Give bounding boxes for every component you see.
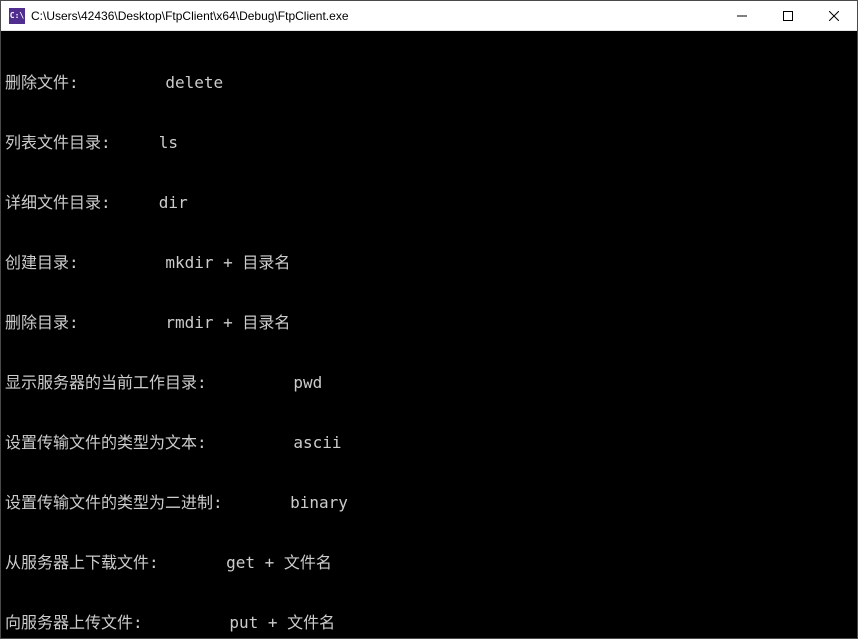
- close-icon: [829, 11, 839, 21]
- app-icon: C:\: [9, 8, 25, 24]
- minimize-icon: [737, 11, 747, 21]
- minimize-button[interactable]: [719, 1, 765, 30]
- console-line: 详细文件目录: dir: [5, 193, 853, 213]
- window-title: C:\Users\42436\Desktop\FtpClient\x64\Deb…: [31, 9, 719, 23]
- console-line: 删除目录: rmdir + 目录名: [5, 313, 853, 333]
- titlebar[interactable]: C:\ C:\Users\42436\Desktop\FtpClient\x64…: [1, 1, 857, 31]
- app-icon-text: C:\: [10, 11, 24, 20]
- close-button[interactable]: [811, 1, 857, 30]
- console-line: 设置传输文件的类型为文本: ascii: [5, 433, 853, 453]
- console-line: 从服务器上下载文件: get + 文件名: [5, 553, 853, 573]
- console-line: 创建目录: mkdir + 目录名: [5, 253, 853, 273]
- console-line: 显示服务器的当前工作目录: pwd: [5, 373, 853, 393]
- maximize-icon: [783, 11, 793, 21]
- maximize-button[interactable]: [765, 1, 811, 30]
- console-line: 列表文件目录: ls: [5, 133, 853, 153]
- console-line: 向服务器上传文件: put + 文件名: [5, 613, 853, 633]
- app-window: C:\ C:\Users\42436\Desktop\FtpClient\x64…: [0, 0, 858, 639]
- window-controls: [719, 1, 857, 30]
- console-output[interactable]: 删除文件: delete 列表文件目录: ls 详细文件目录: dir 创建目录…: [1, 31, 857, 638]
- console-line: 设置传输文件的类型为二进制: binary: [5, 493, 853, 513]
- console-line: 删除文件: delete: [5, 73, 853, 93]
